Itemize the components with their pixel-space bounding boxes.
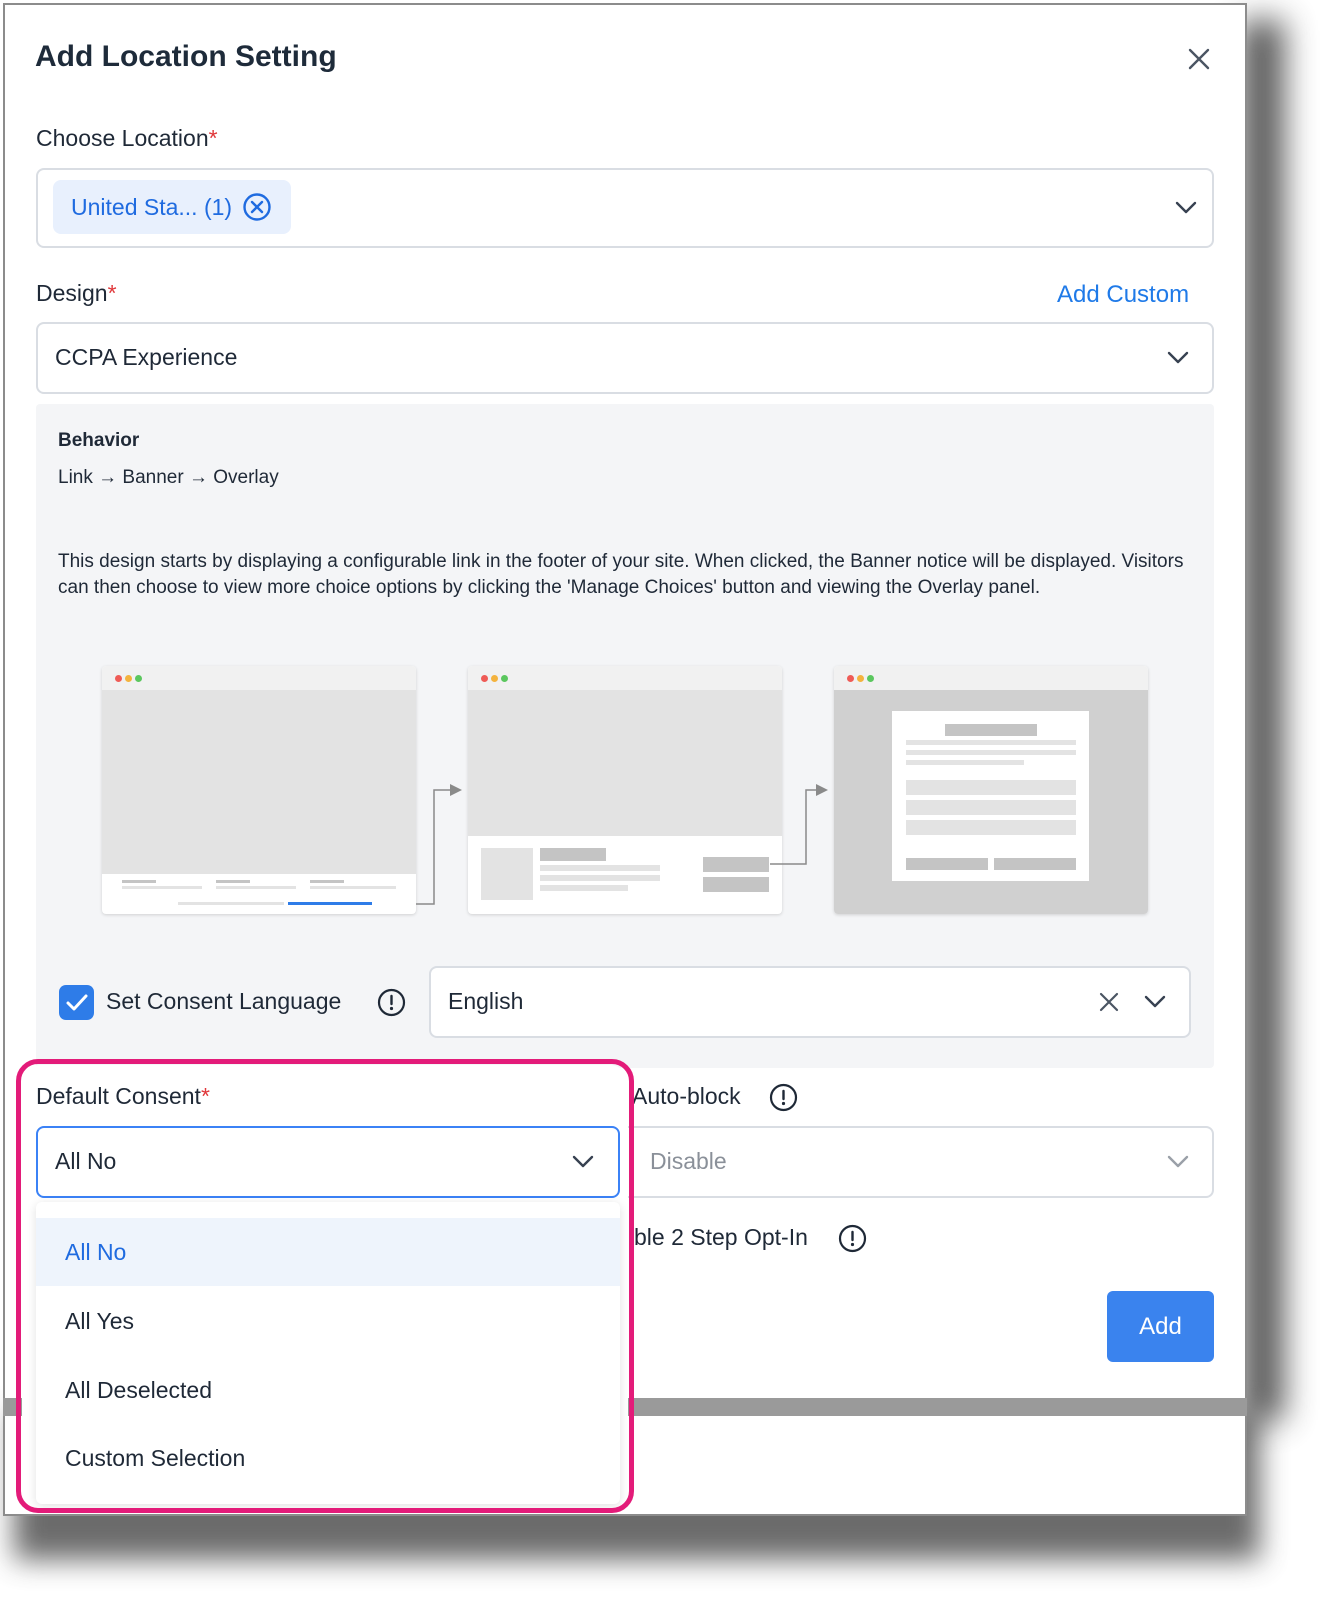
window-dot xyxy=(491,675,498,682)
mock-footer-link xyxy=(288,902,372,905)
window-dot xyxy=(481,675,488,682)
highlight-frame xyxy=(16,1059,634,1513)
info-icon[interactable] xyxy=(769,1083,798,1112)
mock-line xyxy=(178,902,284,905)
mock-line xyxy=(540,865,660,871)
window-dot xyxy=(135,675,142,682)
required-asterisk: * xyxy=(208,125,218,151)
add-custom-link[interactable]: Add Custom xyxy=(1057,281,1189,309)
mock-line xyxy=(540,875,660,881)
dialog-title: Add Location Setting xyxy=(35,40,337,73)
mock-image xyxy=(481,848,533,900)
consent-language-label: Set Consent Language xyxy=(106,988,342,1014)
mock-line xyxy=(906,760,1024,765)
choose-location-label-text: Choose Location xyxy=(36,125,209,151)
clear-icon[interactable] xyxy=(1099,992,1119,1012)
location-chip: United Sta... (1) xyxy=(53,180,291,234)
info-icon[interactable] xyxy=(838,1224,867,1253)
chevron-down-icon[interactable] xyxy=(1144,995,1166,1009)
consent-language-checkbox[interactable] xyxy=(59,985,94,1020)
mock-button xyxy=(906,858,988,870)
mock-line xyxy=(540,885,628,891)
mock-titlebar xyxy=(834,666,1148,690)
required-asterisk: * xyxy=(107,280,117,306)
mock-line xyxy=(216,886,296,889)
preview-overlay xyxy=(834,666,1148,914)
mock-line xyxy=(310,886,396,889)
info-icon[interactable] xyxy=(377,988,406,1017)
mock-row xyxy=(906,800,1076,815)
mock-line xyxy=(216,880,250,883)
mock-line xyxy=(122,880,156,883)
mock-overlay-panel xyxy=(892,711,1089,881)
remove-chip-icon[interactable] xyxy=(242,192,272,222)
mock-content xyxy=(468,690,782,836)
window-dot xyxy=(125,675,132,682)
mock-line xyxy=(310,880,344,883)
behavior-flow: Link → Banner → Overlay xyxy=(58,467,279,488)
mock-line xyxy=(906,750,1076,755)
location-chip-label: United Sta... (1) xyxy=(71,193,233,220)
design-select[interactable]: CCPA Experience xyxy=(36,322,1214,394)
chevron-down-icon[interactable] xyxy=(1175,201,1197,215)
mock-button xyxy=(703,857,769,872)
design-label: Design* xyxy=(36,280,117,307)
mock-line xyxy=(906,740,1076,745)
window-dot xyxy=(115,675,122,682)
auto-block-select[interactable]: Disable xyxy=(618,1126,1214,1198)
behavior-heading: Behavior xyxy=(58,430,140,451)
add-button[interactable]: Add xyxy=(1107,1291,1214,1362)
auto-block-value: Disable xyxy=(650,1148,727,1174)
consent-language-value: English xyxy=(448,988,524,1014)
choose-location-label: Choose Location* xyxy=(36,125,218,152)
mock-line xyxy=(945,724,1037,736)
auto-block-label: Auto-block xyxy=(632,1083,741,1109)
mock-line xyxy=(540,848,606,861)
design-select-value: CCPA Experience xyxy=(55,344,238,370)
preview-link xyxy=(102,666,416,914)
mock-row xyxy=(906,820,1076,835)
window-dot xyxy=(501,675,508,682)
mock-content xyxy=(102,690,416,874)
consent-language-select[interactable]: English xyxy=(429,966,1191,1038)
chevron-down-icon[interactable] xyxy=(1167,351,1189,365)
behavior-description: This design starts by displaying a confi… xyxy=(58,551,1184,598)
mock-titlebar xyxy=(468,666,782,690)
checkmark-icon xyxy=(66,994,88,1011)
preview-banner xyxy=(468,666,782,914)
window-dot xyxy=(847,675,854,682)
design-label-text: Design xyxy=(36,280,108,306)
chevron-down-icon[interactable] xyxy=(1167,1155,1189,1169)
mock-line xyxy=(122,886,202,889)
mock-button xyxy=(994,858,1076,870)
window-dot xyxy=(857,675,864,682)
two-step-opt-in-label: ble 2 Step Opt-In xyxy=(634,1224,808,1250)
mock-titlebar xyxy=(102,666,416,690)
mock-row xyxy=(906,780,1076,795)
mock-button xyxy=(703,877,769,892)
close-icon[interactable] xyxy=(1186,46,1212,72)
window-dot xyxy=(867,675,874,682)
